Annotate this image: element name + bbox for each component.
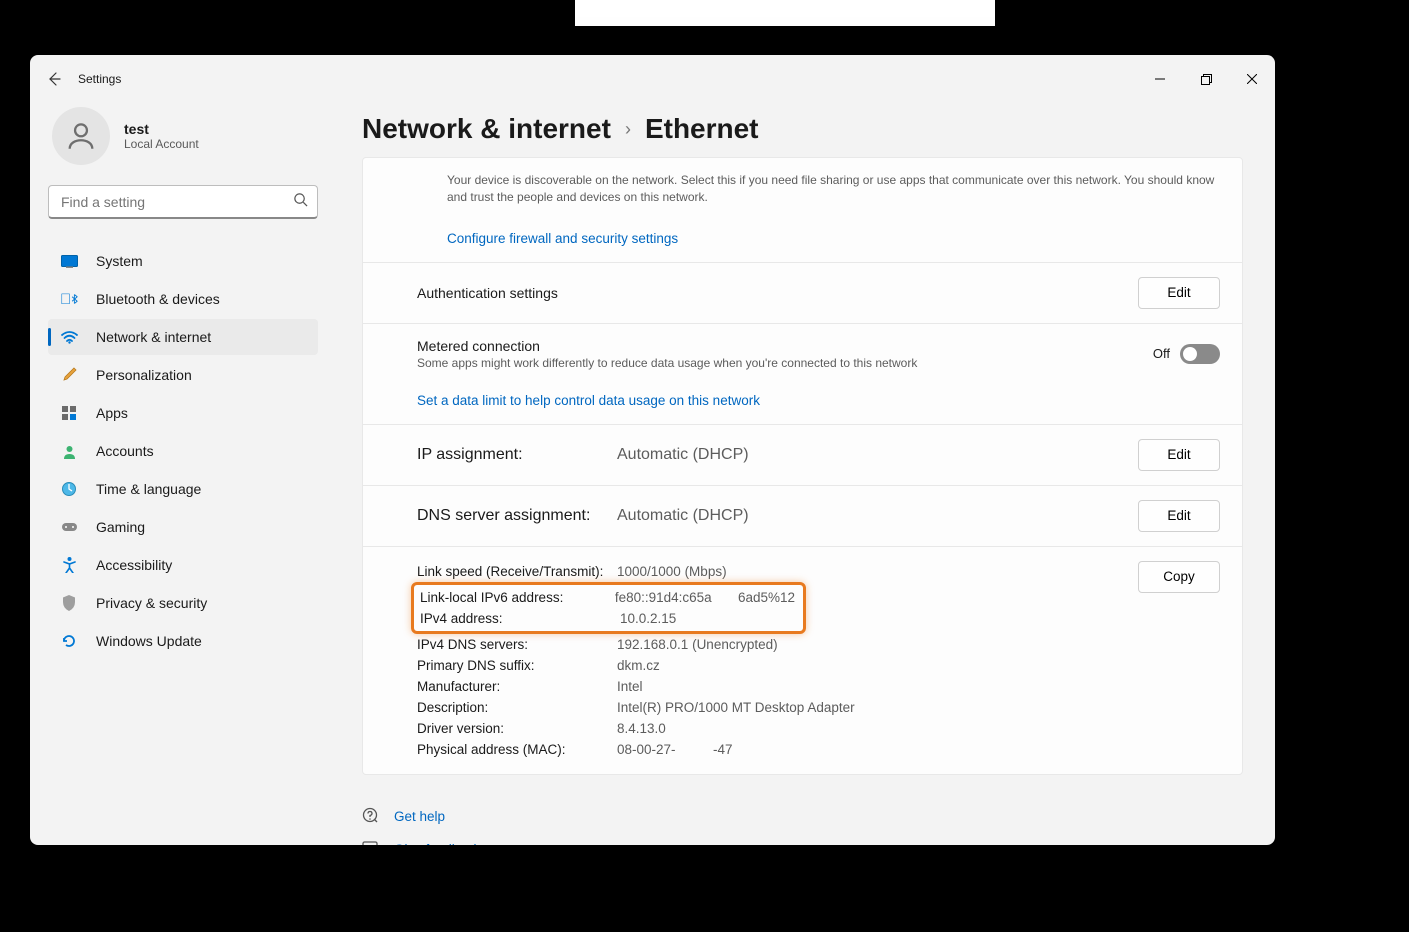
detail-row-description: Description: Intel(R) PRO/1000 MT Deskto… [417, 697, 1138, 718]
breadcrumb: Network & internet › Ethernet [362, 113, 1243, 145]
back-button[interactable] [44, 69, 64, 89]
main-content: Network & internet › Ethernet Your devic… [330, 103, 1275, 845]
metered-toggle-state: Off [1153, 346, 1170, 361]
help-icon [362, 807, 380, 827]
detail-row-suffix: Primary DNS suffix: dkm.cz [417, 655, 1138, 676]
sidebar-item-label: Windows Update [96, 633, 202, 649]
auth-edit-button[interactable]: Edit [1138, 277, 1220, 309]
metered-section: Metered connection Some apps might work … [363, 324, 1242, 425]
sidebar-item-accounts[interactable]: Accounts [48, 433, 318, 469]
get-help-link[interactable]: Get help [394, 809, 445, 824]
decorative-block [575, 0, 995, 26]
apps-icon [60, 406, 78, 421]
auth-label: Authentication settings [417, 285, 558, 301]
maximize-button[interactable] [1183, 55, 1229, 103]
search-icon [293, 192, 308, 212]
sidebar-item-system[interactable]: System [48, 243, 318, 279]
feedback-icon [362, 841, 380, 845]
person-icon [60, 444, 78, 459]
sidebar-item-personalization[interactable]: Personalization [48, 357, 318, 393]
detail-row-mac: Physical address (MAC): 08-00-27- -47 [417, 739, 1138, 760]
metered-toggle[interactable] [1180, 344, 1220, 364]
ip-assignment-label: IP assignment: [417, 446, 617, 464]
window-title: Settings [78, 72, 121, 86]
metered-sublabel: Some apps might work differently to redu… [417, 356, 917, 370]
metered-label: Metered connection [417, 338, 917, 354]
chevron-right-icon: › [625, 119, 631, 140]
sidebar-item-time[interactable]: Time & language [48, 471, 318, 507]
sidebar-item-label: Bluetooth & devices [96, 291, 220, 307]
nav-list: System  Bluetooth & devices Network & i… [48, 243, 318, 659]
dns-edit-button[interactable]: Edit [1138, 500, 1220, 532]
ip-assignment-value: Automatic (DHCP) [617, 446, 749, 464]
firewall-link[interactable]: Configure firewall and security settings [447, 231, 678, 246]
user-name: test [124, 121, 199, 137]
accessibility-icon [60, 557, 78, 573]
settings-window: Settings test Local Account [30, 55, 1275, 845]
dns-assignment-value: Automatic (DHCP) [617, 507, 749, 525]
user-block[interactable]: test Local Account [48, 103, 318, 185]
sidebar-item-label: Privacy & security [96, 595, 207, 611]
footer-links: Get help Give feedback [362, 807, 1243, 845]
wifi-icon [60, 331, 78, 344]
authentication-section[interactable]: Authentication settings Edit [363, 263, 1242, 324]
sidebar-item-privacy[interactable]: Privacy & security [48, 585, 318, 621]
data-limit-link[interactable]: Set a data limit to help control data us… [417, 393, 760, 408]
avatar [52, 107, 110, 165]
detail-row-ipv6: Link-local IPv6 address: fe80::91d4:c65a… [414, 587, 795, 608]
sidebar-item-apps[interactable]: Apps [48, 395, 318, 431]
network-profile-section: Your device is discoverable on the netwo… [363, 158, 1242, 263]
detail-row-ipv4: IPv4 address: 10.0.2.15 [414, 608, 795, 629]
system-icon [60, 255, 78, 268]
sidebar-item-label: Accessibility [96, 557, 172, 573]
network-profile-description: Your device is discoverable on the netwo… [447, 172, 1220, 206]
ip-edit-button[interactable]: Edit [1138, 439, 1220, 471]
sidebar-item-network[interactable]: Network & internet [48, 319, 318, 355]
search-box [48, 185, 318, 219]
brush-icon [60, 367, 78, 383]
titlebar: Settings [30, 55, 1275, 103]
sidebar-item-bluetooth[interactable]:  Bluetooth & devices [48, 281, 318, 317]
sidebar-item-label: Time & language [96, 481, 201, 497]
connection-details-section: Link speed (Receive/Transmit): 1000/1000… [363, 547, 1242, 774]
feedback-row: Give feedback [362, 841, 1243, 845]
sidebar-item-label: Accounts [96, 443, 154, 459]
sidebar-item-gaming[interactable]: Gaming [48, 509, 318, 545]
bluetooth-icon:  [60, 291, 78, 308]
breadcrumb-current: Ethernet [645, 113, 759, 145]
breadcrumb-parent[interactable]: Network & internet [362, 113, 611, 145]
dns-assignment-label: DNS server assignment: [417, 507, 617, 525]
detail-row-linkspeed: Link speed (Receive/Transmit): 1000/1000… [417, 561, 1138, 582]
update-icon [60, 633, 78, 649]
sidebar-item-accessibility[interactable]: Accessibility [48, 547, 318, 583]
shield-icon [60, 595, 78, 611]
detail-row-dnsservers: IPv4 DNS servers: 192.168.0.1 (Unencrypt… [417, 634, 1138, 655]
user-account-type: Local Account [124, 137, 199, 151]
sidebar-item-label: Personalization [96, 367, 192, 383]
detail-row-driver: Driver version: 8.4.13.0 [417, 718, 1138, 739]
close-button[interactable] [1229, 55, 1275, 103]
sidebar-item-label: System [96, 253, 143, 269]
dns-assignment-section[interactable]: DNS server assignment: Automatic (DHCP) … [363, 486, 1242, 547]
ip-assignment-section[interactable]: IP assignment: Automatic (DHCP) Edit [363, 425, 1242, 486]
copy-button[interactable]: Copy [1138, 561, 1220, 593]
give-feedback-link[interactable]: Give feedback [394, 842, 480, 845]
sidebar-item-label: Apps [96, 405, 128, 421]
sidebar-item-label: Gaming [96, 519, 145, 535]
sidebar-item-update[interactable]: Windows Update [48, 623, 318, 659]
globe-clock-icon [60, 481, 78, 497]
sidebar: test Local Account System  Bluetooth & … [30, 103, 330, 845]
get-help-row: Get help [362, 807, 1243, 827]
window-controls [1137, 55, 1275, 103]
gaming-icon [60, 521, 78, 533]
sidebar-item-label: Network & internet [96, 329, 211, 345]
settings-panel: Your device is discoverable on the netwo… [362, 157, 1243, 775]
search-input[interactable] [48, 185, 318, 219]
detail-row-manufacturer: Manufacturer: Intel [417, 676, 1138, 697]
highlighted-ip-box: Link-local IPv6 address: fe80::91d4:c65a… [411, 582, 806, 634]
minimize-button[interactable] [1137, 55, 1183, 103]
